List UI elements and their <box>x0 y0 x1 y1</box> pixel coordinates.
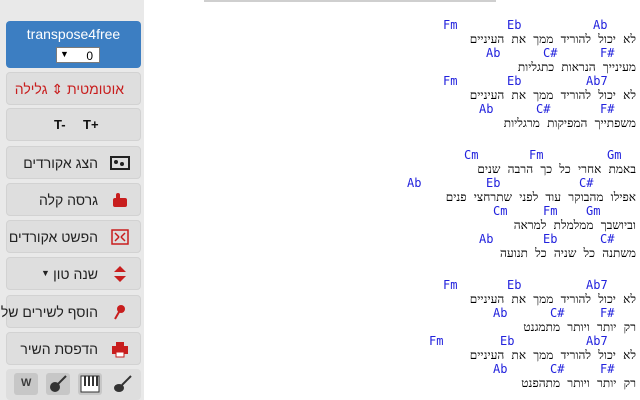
lyric-line: רק יותר ויותר מתהפנט <box>521 376 636 390</box>
sidebar: transpose4free ▼ 0 אוטומטית ⇕ גלילה T- T… <box>0 0 144 400</box>
lyric-line: לא יכול להוריד ממך את העיניים <box>469 88 636 102</box>
lyric-line: מעינייך הנראות כתגליות <box>517 60 636 74</box>
updown-arrow-icon: ⇕ <box>47 81 67 97</box>
lyric-line: באמת אחרי כל כך הרבה שנים <box>477 162 636 176</box>
chord-label: Ab <box>493 306 508 320</box>
tone-arrows-icon <box>114 266 126 282</box>
lyric-line: וביושבך ממלמלת למראה <box>513 218 636 232</box>
font-smaller-button[interactable]: T- <box>54 117 66 132</box>
transpose-value: 0 <box>86 49 93 63</box>
lyric-line: לא יכול להוריד ממך את העיניים <box>469 32 636 46</box>
chord-label: F# <box>600 306 615 320</box>
auto-scroll-button[interactable]: אוטומטית ⇕ גלילה <box>6 72 141 105</box>
chord-label: Ab <box>493 362 508 376</box>
chord-label: C# <box>550 306 565 320</box>
add-to-my-songs-label: הוסף לשירים שלי <box>0 304 98 320</box>
chord-label: C# <box>579 176 594 190</box>
change-key-chevron-icon: ▼ <box>41 268 50 278</box>
chord-diagram-icon <box>110 156 130 170</box>
transpose-select[interactable]: ▼ 0 <box>56 47 100 63</box>
auto-scroll-label: אוטומטית ⇕ גלילה <box>15 81 124 98</box>
chord-label: Eb <box>507 74 522 88</box>
chord-label: Eb <box>500 334 515 348</box>
chord-label: Ab7 <box>586 334 608 348</box>
chord-label: Cm <box>493 204 508 218</box>
chord-label: Fm <box>443 18 458 32</box>
chord-label: Ab <box>593 18 608 32</box>
change-key-label: שנה טון <box>53 266 98 282</box>
chord-label: Gm <box>607 148 622 162</box>
chord-label: Fm <box>543 204 558 218</box>
show-chords-label: הצג אקורדים <box>23 155 98 171</box>
transpose-widget: transpose4free ▼ 0 <box>6 21 141 68</box>
simplify-chords-label: הפשט אקורדים <box>8 229 98 245</box>
chord-label: F# <box>600 46 615 60</box>
chord-label: C# <box>536 102 551 116</box>
print-song-label: הדפסת השיר <box>20 341 98 357</box>
change-key-button[interactable]: שנה טון ▼ <box>6 257 141 290</box>
simplify-icon <box>111 229 129 245</box>
print-song-button[interactable]: הדפסת השיר <box>6 332 141 365</box>
chord-label: Fm <box>429 334 444 348</box>
chord-label: Ab <box>479 232 494 246</box>
pin-icon <box>114 305 125 320</box>
top-bar-fragment <box>204 0 496 2</box>
chord-label: Ab7 <box>586 74 608 88</box>
lyric-line: לא יכול להוריד ממך את העיניים <box>469 292 636 306</box>
chord-label: Eb <box>543 232 558 246</box>
chord-label: F# <box>600 102 615 116</box>
instrument-bar: W <box>6 369 141 400</box>
lyric-line: משתנה כל שניה כל תנועה <box>499 246 636 260</box>
chord-label: C# <box>600 232 615 246</box>
chord-label: Fm <box>529 148 544 162</box>
guitar-icon[interactable] <box>46 373 70 395</box>
simplify-chords-button[interactable]: הפשט אקורדים <box>6 220 141 253</box>
chord-label: Cm <box>464 148 479 162</box>
chord-label: Fm <box>443 278 458 292</box>
brand-title: transpose4free <box>26 26 121 42</box>
lyric-line: לא יכול להוריד ממך את העיניים <box>469 348 636 362</box>
lyric-line: אפילו מהבוקר עוד לפני שתרחצי פנים <box>445 190 636 204</box>
auto-scroll-text: אוטומטית <box>67 81 124 97</box>
chord-label: F# <box>600 362 615 376</box>
chord-label: Gm <box>586 204 601 218</box>
lyric-line: רק יותר ויותר מתמגנט <box>523 320 636 334</box>
add-to-my-songs-button[interactable]: הוסף לשירים שלי <box>0 295 141 328</box>
easy-version-button[interactable]: גרסה קלה <box>6 183 141 216</box>
auto-scroll-text: גלילה <box>14 81 48 97</box>
easy-version-label: גרסה קלה <box>38 192 98 208</box>
chord-label: Fm <box>443 74 458 88</box>
show-chords-button[interactable]: הצג אקורדים <box>6 146 141 179</box>
electric-guitar-icon[interactable] <box>110 373 134 395</box>
piano-icon[interactable] <box>78 373 102 395</box>
chord-label: Eb <box>507 278 522 292</box>
chord-label: Ab7 <box>586 278 608 292</box>
font-size-controls: T- T+ <box>6 108 141 141</box>
chord-label: Ab <box>407 176 422 190</box>
chord-label: Ab <box>479 102 494 116</box>
word-icon[interactable]: W <box>14 373 38 395</box>
chord-label: Eb <box>486 176 501 190</box>
thumbs-up-icon <box>113 193 127 207</box>
chevron-down-icon: ▼ <box>60 49 69 59</box>
printer-icon <box>112 342 128 358</box>
chord-label: Eb <box>507 18 522 32</box>
font-larger-button[interactable]: T+ <box>83 117 99 132</box>
chord-label: Ab <box>486 46 501 60</box>
chord-label: C# <box>543 46 558 60</box>
lyric-line: משפתייך המפיקות מרגליות <box>503 116 636 130</box>
chord-label: C# <box>550 362 565 376</box>
